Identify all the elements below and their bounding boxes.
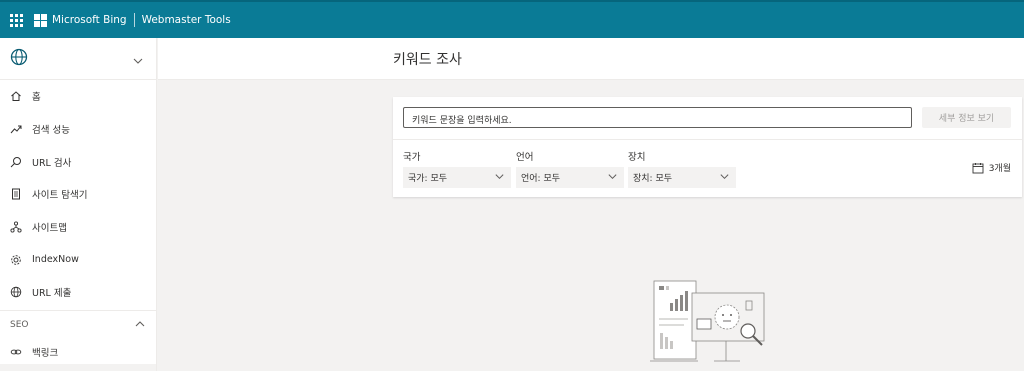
chevron-down-icon <box>494 171 505 185</box>
dropdown-value: 국가: 모두 <box>408 174 448 184</box>
period-label: 3개월 <box>988 164 1011 174</box>
sidebar-item-label: URL 제출 <box>32 288 72 300</box>
keyword-input[interactable] <box>404 111 911 131</box>
filter-label: 장치 <box>628 152 646 163</box>
panel-divider <box>393 139 1022 140</box>
globe-icon <box>10 48 28 70</box>
device-dropdown[interactable]: 장치: 모두 <box>628 167 736 188</box>
page-title: 키워드 조사 <box>393 52 462 68</box>
filter-country: 국가 국가: 모두 <box>403 149 511 188</box>
gear-icon <box>9 253 23 267</box>
sidebar-group-seo[interactable]: SEO <box>0 309 156 340</box>
page-header: 키워드 조사 <box>158 38 1024 80</box>
sidebar-item-label: 검색 성능 <box>32 125 70 137</box>
sidebar-item-sitemaps[interactable]: 사이트맵 <box>0 211 156 244</box>
sidebar-item-label: IndexNow <box>32 254 79 266</box>
microsoft-logo-icon <box>34 13 47 27</box>
sidebar-item-search-performance[interactable]: 검색 성능 <box>0 113 156 146</box>
brand-name[interactable]: Microsoft Bing <box>52 14 127 26</box>
sidebar-item-site-explorer[interactable]: 사이트 탐색기 <box>0 178 156 211</box>
sidebar-nav: 홈 검색 성능 URL 검사 사이트 탐색기 사이트맵 IndexNow URL… <box>0 80 156 309</box>
sidebar-item-label: 사이트 탐색기 <box>32 190 88 202</box>
view-details-button[interactable]: 세부 정보 보기 <box>922 107 1011 128</box>
filter-device: 장치 장치: 모두 <box>628 149 736 188</box>
filter-language: 언어 언어: 모두 <box>516 149 624 188</box>
empty-state-illustration-icon <box>648 279 770 371</box>
sidebar-group-label: SEO <box>10 320 29 331</box>
chevron-down-icon <box>719 171 730 185</box>
country-dropdown[interactable]: 국가: 모두 <box>403 167 511 188</box>
dropdown-value: 언어: 모두 <box>521 174 561 184</box>
home-icon <box>9 89 23 103</box>
sidebar-item-label: 사이트맵 <box>32 223 67 235</box>
dropdown-value: 장치: 모두 <box>633 174 673 184</box>
site-picker[interactable] <box>0 38 156 80</box>
period-selector[interactable]: 3개월 <box>972 161 1011 174</box>
keyword-research-panel: 세부 정보 보기 국가 국가: 모두 언어 언어: 모두 장치 장치: 모두 3… <box>393 97 1022 197</box>
chevron-up-icon[interactable] <box>134 318 146 333</box>
language-dropdown[interactable]: 언어: 모두 <box>516 167 624 188</box>
sidebar-item-indexnow[interactable]: IndexNow <box>0 243 156 276</box>
keyword-search-box[interactable] <box>403 107 912 131</box>
sidebar-item-backlinks[interactable]: 백링크 <box>0 340 156 364</box>
sidebar-item-url-inspection[interactable]: URL 검사 <box>0 145 156 178</box>
sidebar-item-label: URL 검사 <box>32 157 72 169</box>
trend-up-icon <box>9 122 23 136</box>
filter-label: 국가 <box>403 152 421 163</box>
document-icon <box>9 187 23 201</box>
filter-label: 언어 <box>516 152 534 163</box>
chevron-down-icon <box>607 171 618 185</box>
calendar-icon <box>972 162 984 174</box>
sidebar-seo-nav: 백링크 <box>0 340 156 371</box>
globe-icon <box>9 285 23 299</box>
sidebar-item-url-submission[interactable]: URL 제출 <box>0 276 156 309</box>
app-launcher-icon[interactable] <box>1 1 31 39</box>
sidebar-item-selected[interactable] <box>0 363 156 371</box>
top-bar: Microsoft Bing Webmaster Tools <box>0 0 1024 38</box>
sidebar-item-label: 홈 <box>32 92 41 104</box>
sidebar-item-label: 백링크 <box>32 347 59 359</box>
sidebar: 홈 검색 성능 URL 검사 사이트 탐색기 사이트맵 IndexNow URL… <box>0 38 157 371</box>
product-name[interactable]: Webmaster Tools <box>142 14 231 26</box>
brand-divider <box>133 13 135 27</box>
search-icon <box>9 155 23 169</box>
sitemap-icon <box>9 220 23 234</box>
link-icon <box>9 345 23 359</box>
sidebar-item-home[interactable]: 홈 <box>0 80 156 113</box>
chevron-down-icon[interactable] <box>132 52 144 71</box>
